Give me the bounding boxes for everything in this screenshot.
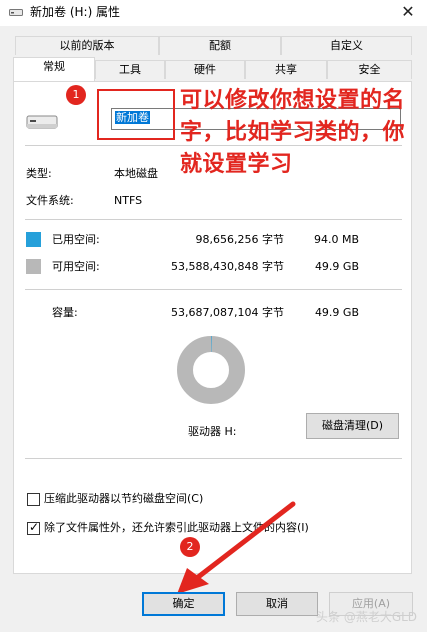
tab-previous-versions[interactable]: 以前的版本	[15, 36, 159, 55]
capacity-label: 容量:	[52, 306, 78, 319]
tab-security[interactable]: 安全	[327, 60, 412, 79]
used-space-swatch	[26, 232, 41, 247]
cancel-button[interactable]: 取消	[236, 592, 318, 616]
free-space-size: 49.9 GB	[314, 260, 359, 273]
tab-sharing[interactable]: 共享	[245, 60, 327, 79]
properties-dialog: 以前的版本 配额 自定义 常规 工具 硬件 共享 安全 新加卷 类型: 本地磁盘…	[0, 26, 427, 632]
ok-button[interactable]: 确定	[142, 592, 225, 616]
filesystem-label: 文件系统:	[26, 194, 74, 207]
tab-tools[interactable]: 工具	[95, 60, 165, 79]
annotation-text-line2: 字，比如学习类的，你	[180, 120, 406, 145]
watermark: 头条 @燕老大GLD	[316, 610, 418, 624]
drive-icon	[9, 9, 23, 16]
filesystem-value: NTFS	[114, 194, 143, 207]
capacity-size: 49.9 GB	[314, 306, 359, 319]
index-check-mark: ✓	[29, 520, 40, 534]
annotation-text-line1: 可以修改你想设置的名	[180, 88, 406, 113]
type-value: 本地磁盘	[114, 167, 158, 180]
type-label: 类型:	[26, 167, 52, 180]
free-space-bytes: 53,588,430,848 字节	[171, 260, 284, 273]
usage-donut	[177, 336, 245, 404]
capacity-bytes: 53,687,087,104 字节	[171, 306, 284, 319]
annotation-text-line3: 就设置学习	[180, 152, 293, 177]
annotation-highlight-box	[97, 89, 175, 140]
separator	[25, 289, 402, 290]
annotation-arrow-icon	[177, 501, 296, 594]
compress-checkbox[interactable]	[27, 493, 40, 506]
index-checkbox[interactable]: ✓	[27, 520, 40, 535]
tab-quota[interactable]: 配额	[159, 36, 281, 55]
drive-letter-label: 驱动器 H:	[188, 425, 237, 438]
close-button[interactable]: ✕	[397, 2, 419, 22]
separator	[25, 219, 402, 220]
annotation-badge-1: 1	[66, 85, 86, 105]
used-space-bytes: 98,656,256 字节	[195, 233, 284, 246]
free-space-swatch	[26, 259, 41, 274]
window-title: 新加卷 (H:) 属性	[30, 5, 121, 19]
tab-customize[interactable]: 自定义	[281, 36, 412, 55]
tab-hardware[interactable]: 硬件	[165, 60, 245, 79]
used-space-label: 已用空间:	[52, 233, 100, 246]
disk-cleanup-button[interactable]: 磁盘清理(D)	[306, 413, 399, 439]
used-space-size: 94.0 MB	[313, 233, 359, 246]
drive-large-icon	[26, 115, 58, 129]
title-bar: 新加卷 (H:) 属性 ✕	[0, 0, 427, 26]
tab-general[interactable]: 常规	[13, 57, 95, 81]
free-space-label: 可用空间:	[52, 260, 100, 273]
separator	[25, 458, 402, 459]
